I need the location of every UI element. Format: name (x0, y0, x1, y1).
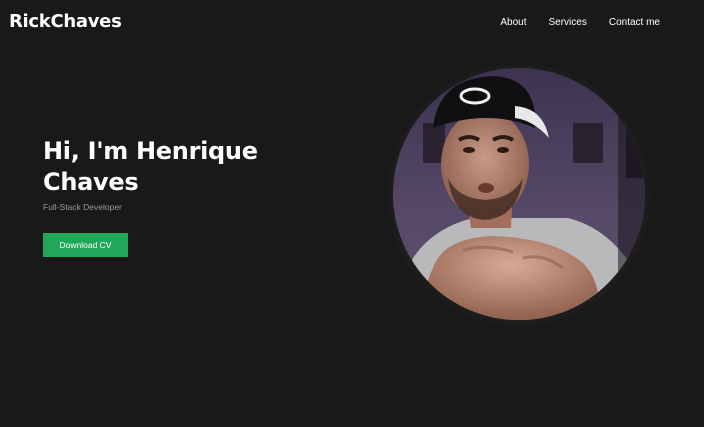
download-cv-button[interactable]: Download CV (43, 233, 128, 257)
hero-title: Hi, I'm Henrique Chaves (43, 137, 258, 196)
nav-link-about[interactable]: About (500, 17, 526, 28)
hero-subtitle: Full-Stack Developer (43, 202, 122, 212)
nav-link-services[interactable]: Services (549, 17, 587, 28)
main-nav: About Services Contact me (500, 17, 660, 28)
nav-link-contact[interactable]: Contact me (609, 17, 660, 28)
page: RickChaves About Services Contact me Hi,… (0, 0, 704, 427)
site-logo[interactable]: RickChaves (9, 11, 122, 32)
profile-photo (393, 68, 645, 320)
